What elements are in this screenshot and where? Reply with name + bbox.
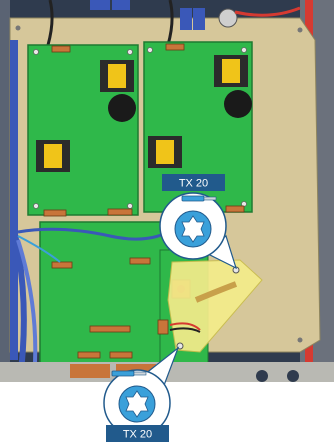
screwdriver-icon	[181, 195, 217, 202]
capacitor	[108, 94, 136, 122]
screwdriver-icon	[111, 370, 147, 377]
plate-screw	[15, 25, 21, 31]
plate-screw	[297, 337, 303, 343]
pcb-lower	[39, 221, 171, 373]
top-capacitor	[193, 8, 205, 30]
device-illustration: TX 20 TX 20	[0, 0, 334, 442]
torx-tx20-icon	[118, 385, 156, 423]
plate-screw	[297, 27, 303, 33]
top-terminal	[218, 8, 238, 28]
bottom-hole	[287, 370, 299, 382]
top-component	[90, 0, 110, 10]
left-side-wall	[0, 0, 10, 382]
capacitor	[224, 90, 252, 118]
top-capacitor	[180, 8, 192, 30]
top-component	[112, 0, 130, 10]
bottom-component	[70, 364, 110, 378]
tool-label: TX 20	[123, 429, 152, 441]
left-cable-bundle	[10, 40, 18, 360]
torx-tx20-icon	[174, 210, 212, 248]
bottom-hole	[256, 370, 268, 382]
tool-label: TX 20	[179, 178, 208, 190]
